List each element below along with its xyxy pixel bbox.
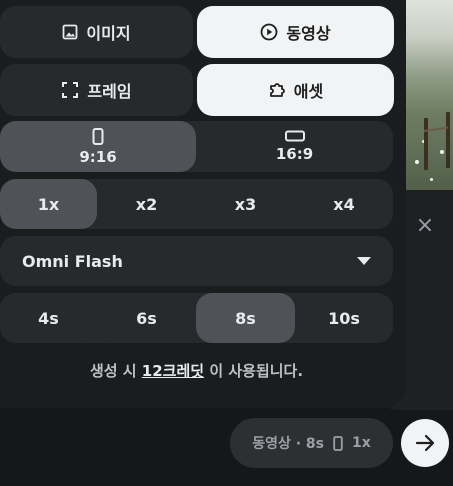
count-x4-label: x4: [333, 194, 355, 214]
credit-notice: 생성 시 12크레딧 이 사용됩니다.: [0, 360, 393, 381]
aspect-9-16-label: 9:16: [79, 147, 117, 166]
count-1x-button[interactable]: 1x: [0, 179, 97, 229]
duration-4s-label: 4s: [38, 308, 59, 328]
duration-10s-label: 10s: [328, 308, 360, 328]
count-x3-button[interactable]: x3: [196, 179, 295, 229]
arrow-right-icon: [414, 432, 436, 454]
aspect-9-16-button[interactable]: 9:16: [0, 121, 196, 172]
asset-mode-label: 애셋: [293, 82, 324, 101]
duration-8s-label: 8s: [235, 308, 256, 328]
duration-6s-button[interactable]: 6s: [97, 293, 196, 343]
frame-corners-icon: [61, 81, 79, 99]
duration-6s-label: 6s: [136, 308, 157, 328]
aspect-16-9-label: 16:9: [275, 145, 314, 163]
credit-amount-link[interactable]: 12크레딧: [142, 362, 204, 380]
image-icon: [62, 24, 78, 40]
play-circle-icon: [260, 23, 278, 41]
count-x2-button[interactable]: x2: [97, 179, 196, 229]
summary-count: 1x: [352, 435, 371, 451]
generation-settings-panel: 이미지 동영상 프레임 애셋 9:16 16:9 1x x2 x3 x4 Omn…: [0, 0, 406, 408]
credit-notice-prefix: 생성 시: [89, 362, 137, 380]
count-x4-button[interactable]: x4: [295, 179, 393, 229]
send-button[interactable]: [401, 419, 449, 467]
media-type-video-button[interactable]: 동영상: [197, 6, 394, 58]
media-type-image-button[interactable]: 이미지: [0, 6, 193, 58]
settings-summary-chip[interactable]: 동영상 · 8s 1x: [230, 418, 393, 468]
duration-4s-button[interactable]: 4s: [0, 293, 97, 343]
model-select-value: Omni Flash: [22, 251, 123, 271]
puzzle-icon: [268, 81, 286, 99]
media-type-video-label: 동영상: [286, 24, 331, 43]
credit-notice-suffix: 이 사용됩니다.: [209, 362, 304, 380]
model-select[interactable]: Omni Flash: [0, 236, 393, 286]
landscape-aspect-icon: [284, 130, 305, 142]
summary-text: 동영상 · 8s: [252, 436, 324, 452]
portrait-aspect-icon: [333, 435, 343, 451]
count-1x-label: 1x: [37, 194, 60, 214]
asset-mode-button[interactable]: 애셋: [197, 64, 394, 116]
aspect-16-9-button[interactable]: 16:9: [196, 121, 393, 172]
frame-mode-label: 프레임: [87, 82, 132, 101]
frame-mode-button[interactable]: 프레임: [0, 64, 193, 116]
count-x3-label: x3: [234, 194, 257, 214]
close-icon[interactable]: ×: [411, 211, 439, 239]
portrait-aspect-icon: [92, 127, 104, 145]
duration-8s-button[interactable]: 8s: [196, 293, 295, 343]
count-x2-label: x2: [135, 194, 158, 214]
media-type-image-label: 이미지: [86, 24, 131, 43]
chevron-down-icon: [357, 257, 371, 265]
duration-10s-button[interactable]: 10s: [295, 293, 393, 343]
